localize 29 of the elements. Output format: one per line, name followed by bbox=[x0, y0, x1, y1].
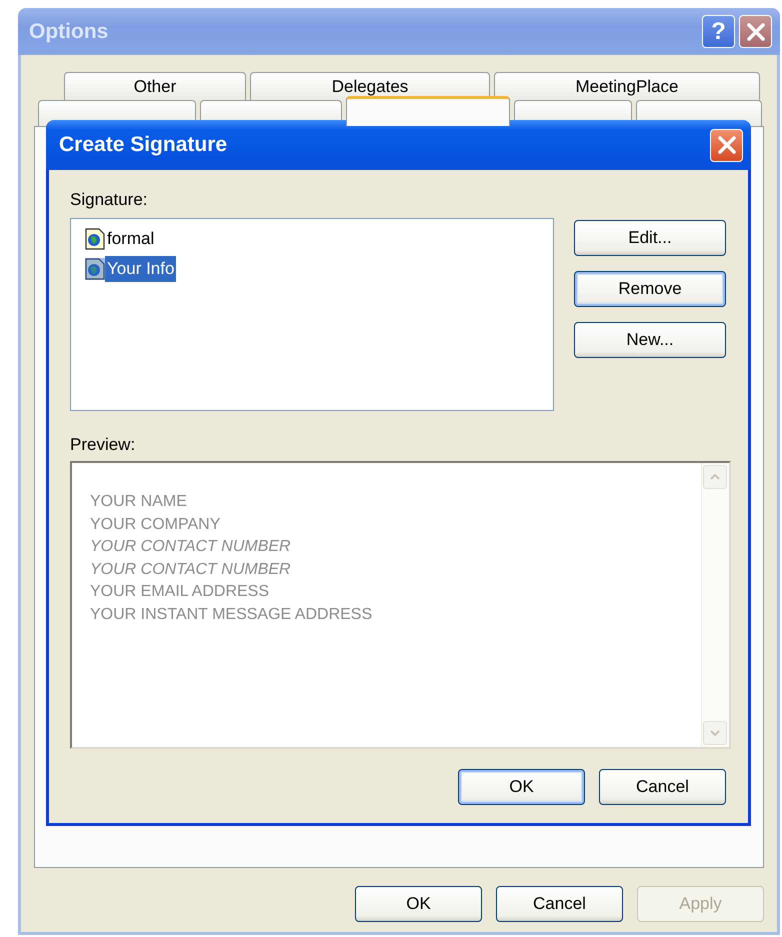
close-button[interactable] bbox=[739, 15, 772, 48]
preview-line: YOUR INSTANT MESSAGE ADDRESS bbox=[90, 604, 374, 625]
preview-line: YOUR EMAIL ADDRESS bbox=[90, 582, 270, 602]
list-item[interactable]: Your Info bbox=[105, 256, 176, 282]
dialog-title: Create Signature bbox=[59, 133, 228, 157]
close-button[interactable] bbox=[710, 128, 743, 162]
dialog-button[interactable]: Edit... bbox=[574, 220, 726, 256]
dialog-button[interactable]: OK bbox=[458, 769, 585, 805]
window-title: Options bbox=[29, 20, 110, 44]
field-label: Signature: bbox=[70, 190, 148, 210]
tab[interactable]: Delegates bbox=[250, 72, 490, 100]
close-icon bbox=[716, 135, 736, 155]
dialog-button[interactable]: New... bbox=[574, 322, 726, 358]
tab[interactable]: MeetingPlace bbox=[494, 72, 760, 100]
tab[interactable]: Other bbox=[64, 72, 246, 100]
dialog-button[interactable]: Cancel bbox=[496, 886, 623, 922]
dialog-button[interactable]: Remove bbox=[574, 271, 726, 307]
signature-file-icon bbox=[85, 228, 105, 250]
help-button[interactable]: ? bbox=[702, 15, 735, 48]
close-icon bbox=[746, 22, 766, 42]
preview-line: YOUR COMPANY bbox=[90, 514, 222, 535]
dialog-button[interactable]: Cancel bbox=[599, 769, 726, 805]
preview-line: YOUR NAME bbox=[90, 492, 188, 512]
preview-line: YOUR CONTACT NUMBER bbox=[90, 537, 292, 558]
preview-line: YOUR CONTACT NUMBER bbox=[90, 560, 292, 580]
list-item[interactable]: formal bbox=[105, 226, 156, 252]
signature-file-icon bbox=[85, 258, 105, 280]
dialog-button[interactable]: OK bbox=[355, 886, 482, 922]
field-label: Preview: bbox=[70, 435, 136, 455]
